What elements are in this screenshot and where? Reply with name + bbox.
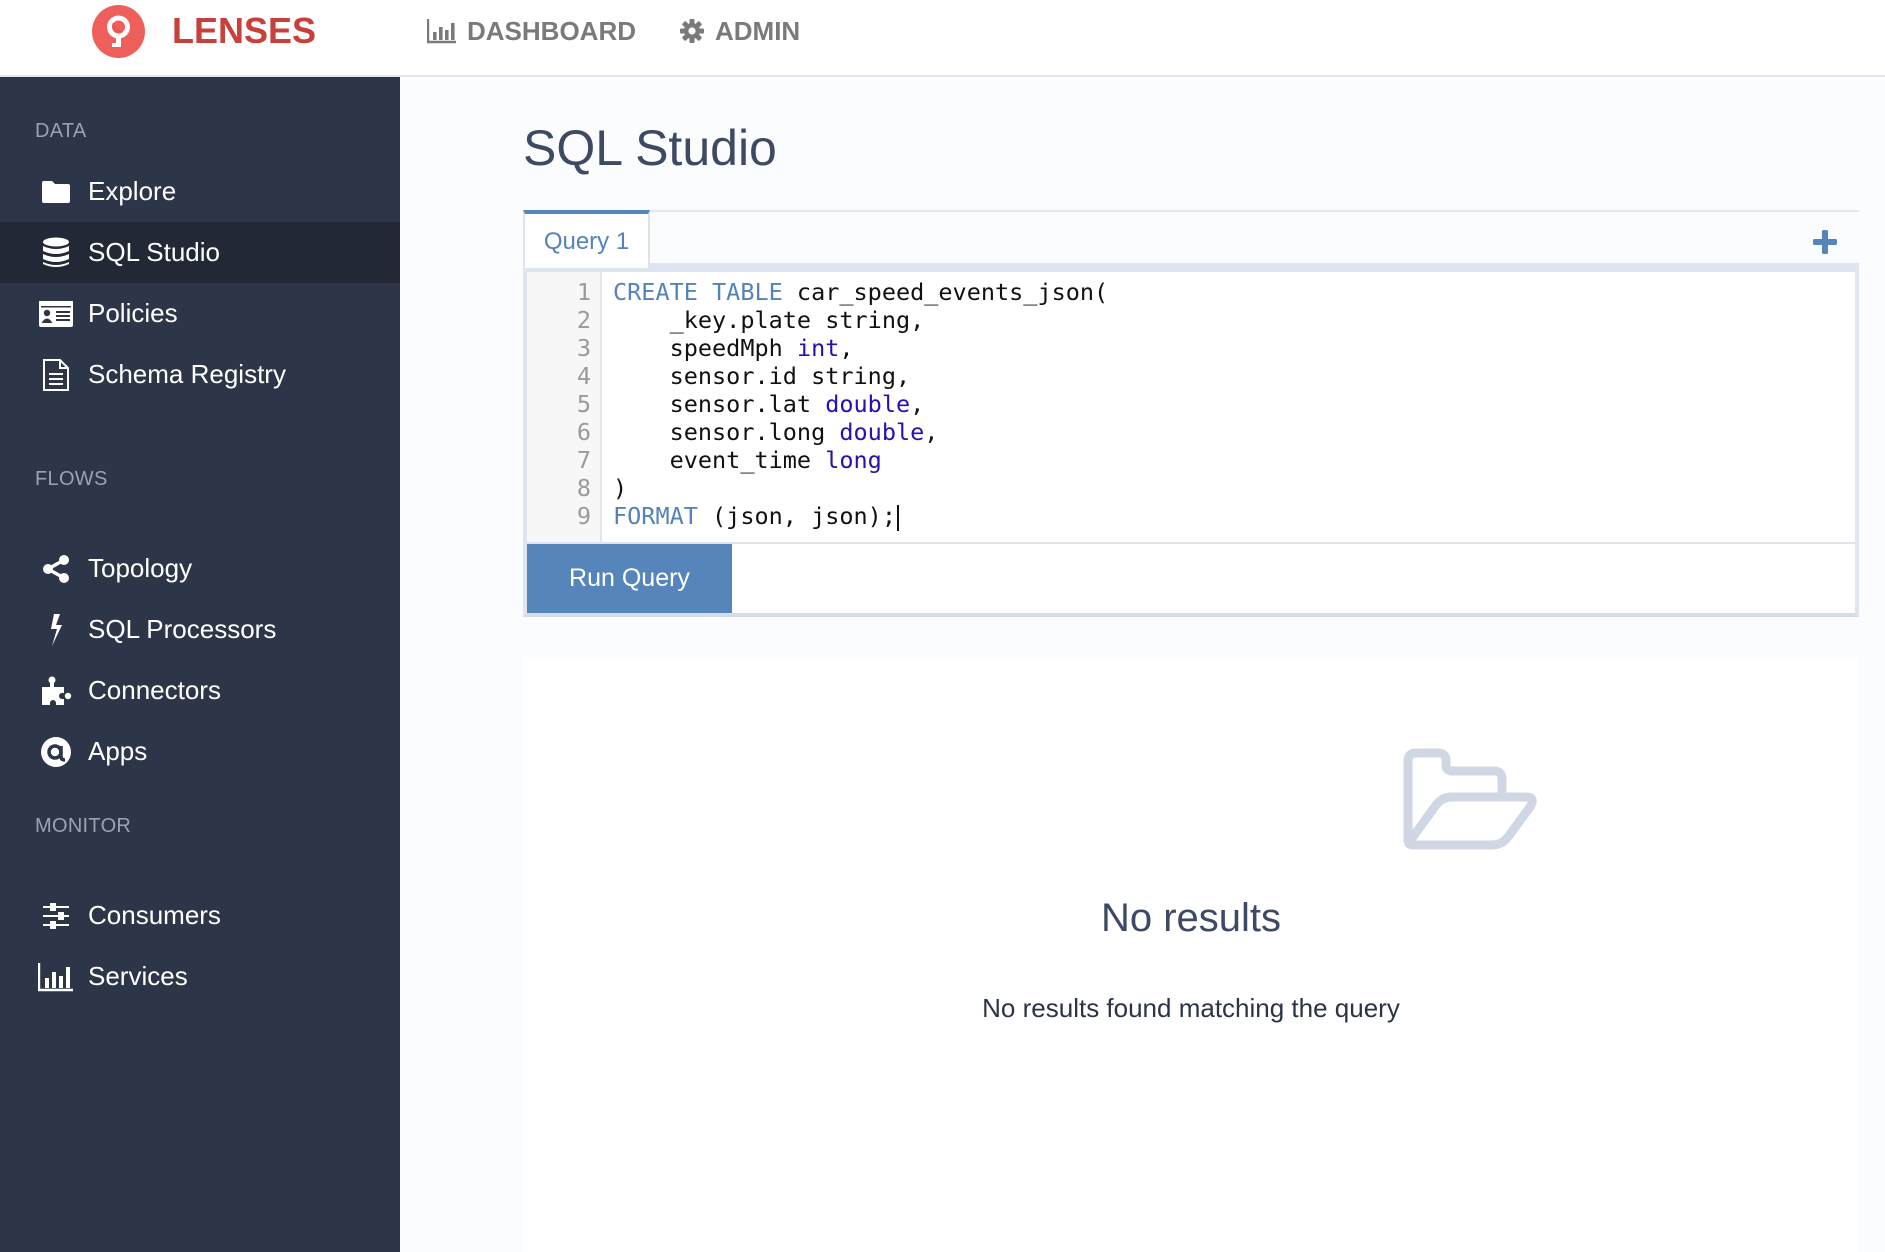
nav-dashboard[interactable]: DASHBOARD bbox=[427, 14, 636, 48]
sliders-icon bbox=[38, 899, 74, 933]
line-number: 6 bbox=[576, 418, 591, 446]
code-line: sensor.long double, bbox=[613, 418, 1855, 446]
line-number: 1 bbox=[576, 278, 591, 306]
sidebar-item-services[interactable]: Services bbox=[0, 946, 400, 1007]
database-icon bbox=[38, 236, 74, 270]
sidebar-item-label: Apps bbox=[88, 736, 148, 766]
code-token: , bbox=[910, 390, 925, 418]
code-token: _key.plate string, bbox=[613, 306, 925, 334]
code-line: ) bbox=[613, 474, 1855, 502]
nav-admin[interactable]: ADMIN bbox=[679, 14, 800, 48]
sidebar-item-label: Topology bbox=[88, 553, 193, 583]
gear-icon bbox=[680, 19, 704, 43]
code-token: speedMph bbox=[613, 334, 797, 362]
section-label-data: DATA bbox=[35, 120, 87, 142]
code-token: (json, json); bbox=[697, 502, 896, 530]
sidebar-item-consumers[interactable]: Consumers bbox=[0, 885, 400, 946]
sql-keyword: FORMAT bbox=[613, 502, 698, 530]
lenses-logo-icon[interactable] bbox=[92, 5, 145, 58]
nav-dashboard-label: DASHBOARD bbox=[467, 16, 636, 46]
section-label-flows: FLOWS bbox=[35, 468, 108, 490]
sql-type: long bbox=[825, 446, 882, 474]
line-number: 3 bbox=[576, 334, 591, 362]
document-icon bbox=[38, 358, 74, 392]
section-label-monitor: MONITOR bbox=[35, 815, 132, 837]
sidebar-item-policies[interactable]: Policies bbox=[0, 283, 400, 344]
line-number: 2 bbox=[576, 306, 591, 334]
sidebar-item-label: Schema Registry bbox=[88, 359, 286, 389]
code-area[interactable]: CREATE TABLE car_speed_events_json( _key… bbox=[613, 278, 1855, 531]
empty-state-title: No results bbox=[1100, 896, 1282, 940]
code-line: CREATE TABLE car_speed_events_json( bbox=[613, 278, 1855, 306]
code-token: , bbox=[924, 418, 939, 446]
sql-type: double bbox=[839, 418, 925, 446]
sidebar-item-label: SQL Studio bbox=[88, 237, 221, 267]
nav-admin-label: ADMIN bbox=[715, 16, 801, 46]
code-line: speedMph int, bbox=[613, 334, 1855, 362]
share-icon bbox=[38, 552, 74, 586]
sql-keyword: CREATE TABLE bbox=[613, 278, 783, 306]
code-line: FORMAT (json, json); bbox=[613, 502, 1855, 531]
code-token: sensor.lat bbox=[613, 390, 826, 418]
top-header: LENSES DASHBOARD ADMIN bbox=[0, 0, 1885, 77]
run-bar: Run Query bbox=[523, 544, 1859, 617]
sidebar-item-label: Consumers bbox=[88, 900, 221, 930]
code-line: _key.plate string, bbox=[613, 306, 1855, 334]
plus-icon[interactable] bbox=[1813, 230, 1837, 254]
code-line: event_time long bbox=[613, 446, 1855, 474]
sidebar-item-label: SQL Processors bbox=[88, 614, 277, 644]
sidebar: DATA Explore SQL Studio Policies Schema … bbox=[0, 77, 400, 1252]
sidebar-item-topology[interactable]: Topology bbox=[0, 538, 400, 599]
code-line: sensor.lat double, bbox=[613, 390, 1855, 418]
tab-query-1[interactable]: Query 1 bbox=[523, 210, 650, 270]
line-number: 9 bbox=[576, 502, 591, 530]
query-tab-bar: Query 1 bbox=[523, 210, 1859, 270]
code-line: sensor.id string, bbox=[613, 362, 1855, 390]
query-editor-panel: Query 1 123456789 CREATE TABLE car_speed… bbox=[523, 210, 1859, 617]
results-panel: No results No results found matching the… bbox=[523, 657, 1859, 1252]
id-card-icon bbox=[38, 297, 74, 331]
page-title: SQL Studio bbox=[523, 120, 777, 176]
line-number-gutter: 123456789 bbox=[527, 272, 602, 542]
code-token: car_speed_events_json( bbox=[782, 278, 1109, 306]
sidebar-item-label: Explore bbox=[88, 176, 177, 206]
sql-editor[interactable]: 123456789 CREATE TABLE car_speed_events_… bbox=[523, 268, 1859, 544]
sidebar-item-explore[interactable]: Explore bbox=[0, 161, 400, 222]
folder-icon bbox=[38, 175, 74, 209]
run-query-button[interactable]: Run Query bbox=[527, 544, 732, 613]
sidebar-item-apps[interactable]: Apps bbox=[0, 721, 400, 782]
code-token: sensor.id string, bbox=[613, 362, 911, 390]
code-token: sensor.long bbox=[613, 418, 840, 446]
bar-chart-icon bbox=[427, 19, 456, 44]
code-token: , bbox=[839, 334, 854, 362]
line-number: 8 bbox=[576, 474, 591, 502]
sql-type: int bbox=[796, 334, 840, 362]
folder-open-icon bbox=[1403, 748, 1537, 850]
puzzle-icon bbox=[38, 674, 74, 708]
empty-state-subtitle: No results found matching the query bbox=[982, 993, 1400, 1023]
at-icon bbox=[38, 735, 74, 769]
sql-type: double bbox=[825, 390, 911, 418]
sidebar-item-connectors[interactable]: Connectors bbox=[0, 660, 400, 721]
lightning-icon bbox=[38, 613, 74, 647]
sidebar-item-label: Services bbox=[88, 961, 188, 991]
sidebar-item-schema-registry[interactable]: Schema Registry bbox=[0, 344, 400, 405]
sidebar-item-sql-studio[interactable]: SQL Studio bbox=[0, 222, 400, 283]
sidebar-item-label: Connectors bbox=[88, 675, 221, 705]
code-token: ) bbox=[613, 474, 628, 502]
line-number: 5 bbox=[576, 390, 591, 418]
line-number: 7 bbox=[576, 446, 591, 474]
sidebar-item-label: Policies bbox=[88, 298, 178, 328]
sidebar-item-sql-processors[interactable]: SQL Processors bbox=[0, 599, 400, 660]
text-cursor bbox=[896, 504, 899, 531]
code-token: event_time bbox=[613, 446, 826, 474]
brand-name[interactable]: LENSES bbox=[172, 10, 316, 52]
bar-chart-icon bbox=[38, 960, 74, 994]
line-number: 4 bbox=[576, 362, 591, 390]
